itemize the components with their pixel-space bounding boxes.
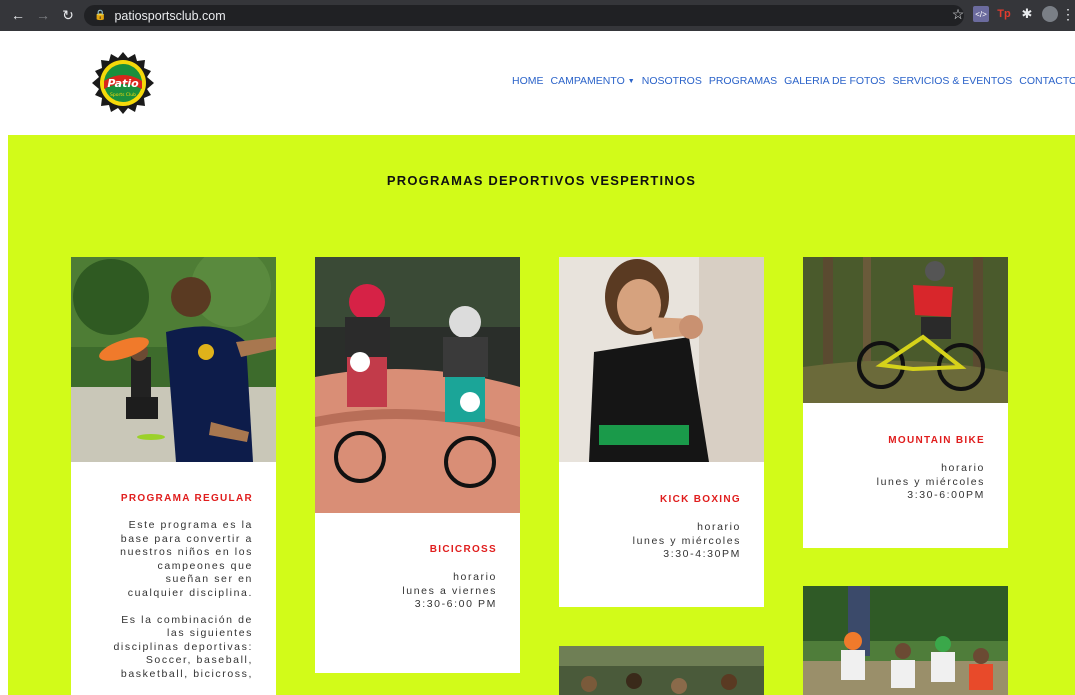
text-line: horario (697, 521, 741, 533)
card-title: PROGRAMA REGULAR (120, 493, 253, 504)
group-photo (559, 646, 764, 695)
logo[interactable]: Patio Sports Club (91, 51, 155, 115)
site-header: Patio Sports Club HOME CAMPAMENTO ▼ NOSOT… (8, 31, 1075, 135)
card-programa-regular: PROGRAMA REGULAR Este programa es la bas… (71, 257, 276, 695)
text-line: Soccer, baseball, (145, 654, 253, 666)
star-icon[interactable]: ☆ (950, 6, 966, 22)
nav-home[interactable]: HOME (512, 75, 544, 87)
mountainbike-photo (803, 257, 1008, 403)
kickboxing-photo (559, 257, 764, 462)
text-line: cualquier disciplina. (127, 586, 253, 599)
puzzle-icon[interactable]: ✱ (1019, 6, 1035, 22)
reload-icon[interactable]: ↻ (58, 5, 78, 25)
text-line: disciplinas deportivas: (113, 640, 253, 653)
text-line: lunes y miércoles (632, 534, 741, 547)
text-line: 3:30-6:00 PM (414, 598, 497, 610)
logo-subtext: Sports Club (110, 92, 136, 98)
text-line: las siguientes (166, 627, 253, 639)
nav-contacto[interactable]: CONTACTO (1019, 75, 1075, 87)
text-line: Es la combinación de (121, 613, 253, 626)
text-line: horario (941, 462, 985, 474)
text-line: 3:30-4:30PM (663, 548, 741, 560)
logo-text: Patio (107, 77, 139, 90)
nav-campamento[interactable]: CAMPAMENTO ▼ (551, 75, 635, 87)
card-title: BICICROSS (429, 544, 497, 555)
text-line: Este programa es la (128, 519, 253, 531)
lock-icon[interactable]: 🔒 (94, 10, 106, 21)
menu-icon[interactable]: ⋮ (1061, 6, 1075, 22)
bicicross-photo (315, 257, 520, 513)
nav-galeria[interactable]: GALERIA DE FOTOS (784, 75, 885, 87)
nav-programas[interactable]: PROGRAMAS (709, 75, 777, 87)
card-bicicross: BICICROSS horario lunes a viernes 3:30-6… (315, 257, 520, 673)
card-title: MOUNTAIN BIKE (888, 435, 985, 446)
browser-toolbar: ← → ↻ 🔒 patiosportsclub.com ☆ </> Tp ✱ ⋮ (0, 0, 1075, 31)
card-soccer-kids (803, 586, 1008, 695)
text-line: horario (453, 571, 497, 583)
card-mountain-bike: MOUNTAIN BIKE horario lunes y miércoles … (803, 257, 1008, 548)
url-text: patiosportsclub.com (114, 8, 226, 23)
card-schedule: horario lunes a viernes 3:30-6:00 PM (402, 571, 497, 612)
text-line: 3:30-6:00PM (907, 489, 985, 501)
address-bar[interactable]: 🔒 patiosportsclub.com (84, 5, 964, 26)
text-line: basketball, bicicross, (120, 667, 253, 680)
text-line: campeones que (157, 559, 253, 572)
caret-down-icon: ▼ (627, 78, 635, 85)
text-line: sueñan ser en (165, 573, 253, 585)
card-title: KICK BOXING (660, 494, 741, 505)
text-line: lunes y miércoles (876, 475, 985, 488)
text-line: lunes a viernes (402, 584, 497, 597)
card-kick-boxing: KICK BOXING horario lunes y miércoles 3:… (559, 257, 764, 607)
back-icon[interactable]: ← (8, 5, 28, 25)
extension-icon[interactable]: </> (973, 6, 989, 22)
card-kickboxing-group (559, 646, 764, 695)
card-description: Este programa es la base para convertir … (113, 519, 253, 681)
nav-nosotros[interactable]: NOSOTROS (642, 75, 702, 87)
nav-servicios[interactable]: SERVICIOS & EVENTOS (892, 75, 1012, 87)
text-line: base para convertir a (120, 532, 253, 545)
card-schedule: horario lunes y miércoles 3:30-4:30PM (633, 521, 741, 562)
soccer-photo (803, 586, 1008, 695)
tp-extension-icon[interactable]: Tp (996, 6, 1012, 22)
text-line (113, 600, 253, 614)
frisbee-photo (71, 257, 276, 462)
programs-section: PROGRAMAS DEPORTIVOS VESPERTINOS PROGRAM… (8, 135, 1075, 695)
text-line: nuestros niños en los (120, 546, 253, 558)
profile-avatar[interactable] (1042, 6, 1058, 22)
nav-campamento-label: CAMPAMENTO (550, 75, 625, 87)
section-title: PROGRAMAS DEPORTIVOS VESPERTINOS (386, 173, 697, 188)
forward-icon[interactable]: → (33, 5, 53, 25)
main-nav: HOME CAMPAMENTO ▼ NOSOTROS PROGRAMAS GALE… (512, 75, 1075, 87)
card-schedule: horario lunes y miércoles 3:30-6:00PM (877, 462, 985, 503)
